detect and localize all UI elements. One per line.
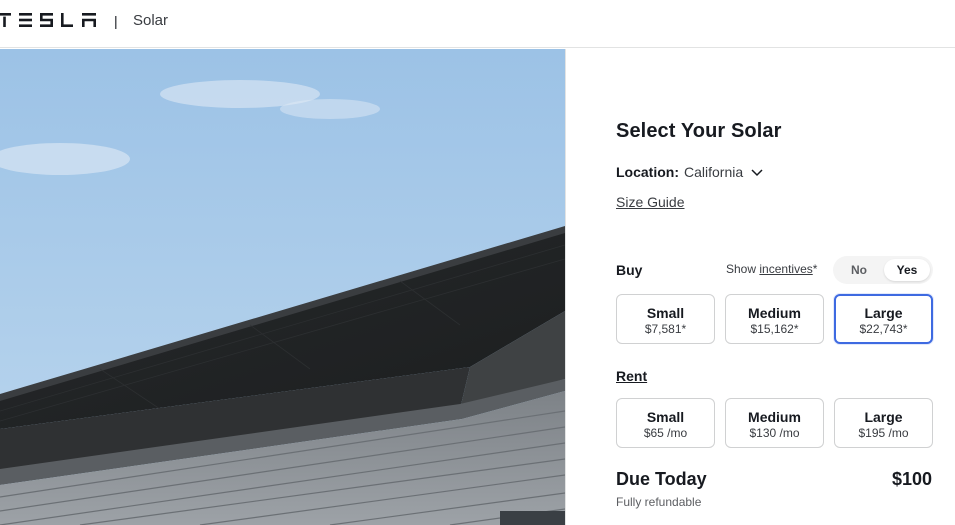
incentives-asterisk: *	[812, 262, 818, 276]
option-price: $7,581*	[644, 322, 687, 336]
show-label: Show	[726, 262, 757, 276]
location-label: Location:	[616, 164, 679, 180]
buy-label: Buy	[616, 262, 643, 278]
rent-options: Small $65 /mo Medium $130 /mo Large $195…	[616, 398, 933, 448]
option-name: Large	[864, 409, 903, 425]
header-separator: |	[114, 13, 118, 29]
toggle-no[interactable]: No	[836, 259, 882, 281]
option-name: Small	[646, 409, 685, 425]
option-name: Small	[646, 305, 685, 321]
page-title: Select Your Solar	[616, 120, 782, 142]
option-price: $22,743*	[859, 322, 908, 336]
buy-option-medium[interactable]: Medium $15,162*	[725, 294, 824, 344]
due-today-label: Due Today	[616, 469, 707, 489]
rent-option-large[interactable]: Large $195 /mo	[834, 398, 933, 448]
option-price: $130 /mo	[749, 426, 800, 440]
refundable-note: Fully refundable	[616, 495, 702, 509]
tesla-logo[interactable]	[0, 13, 100, 27]
option-name: Large	[864, 305, 903, 321]
buy-option-large[interactable]: Large $22,743*	[834, 294, 933, 344]
top-nav: | Solar	[0, 0, 955, 48]
solar-roof-image	[0, 49, 565, 525]
toggle-yes[interactable]: Yes	[884, 259, 930, 281]
chevron-down-icon[interactable]	[751, 164, 763, 180]
rent-link[interactable]: Rent	[616, 368, 647, 384]
buy-option-small[interactable]: Small $7,581*	[616, 294, 715, 344]
option-price: $15,162*	[750, 322, 799, 336]
size-guide-link[interactable]: Size Guide	[616, 194, 684, 210]
buy-options: Small $7,581* Medium $15,162* Large $22,…	[616, 294, 933, 344]
incentives-link[interactable]: incentives	[759, 262, 812, 276]
incentives-toggle[interactable]: No Yes	[833, 256, 933, 284]
config-panel: Select Your Solar Location: California S…	[565, 49, 955, 525]
rent-option-small[interactable]: Small $65 /mo	[616, 398, 715, 448]
option-name: Medium	[748, 305, 801, 321]
rent-option-medium[interactable]: Medium $130 /mo	[725, 398, 824, 448]
option-name: Medium	[748, 409, 801, 425]
location-value[interactable]: California	[684, 164, 743, 180]
option-price: $65 /mo	[643, 426, 688, 440]
due-today-amount: $100	[891, 469, 932, 489]
option-price: $195 /mo	[858, 426, 909, 440]
show-incentives-label: Show incentives*	[726, 262, 817, 276]
location-selector[interactable]: Location: California	[616, 164, 763, 180]
product-name[interactable]: Solar	[133, 12, 168, 29]
